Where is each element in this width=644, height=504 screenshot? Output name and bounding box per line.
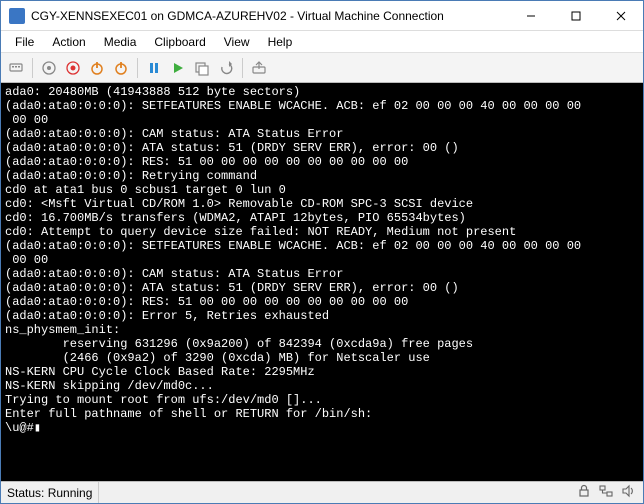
toolbar-separator <box>242 58 243 78</box>
shutdown-icon[interactable] <box>86 57 108 79</box>
toolbar <box>1 53 643 83</box>
status-text: Status: Running <box>1 482 99 503</box>
speaker-icon <box>621 484 635 501</box>
toolbar-separator <box>32 58 33 78</box>
close-button[interactable] <box>598 1 643 30</box>
console-output[interactable]: ada0: 20480MB (41943888 512 byte sectors… <box>1 83 643 481</box>
reset-icon[interactable] <box>110 57 132 79</box>
play-icon[interactable] <box>167 57 189 79</box>
ctrl-alt-del-icon[interactable] <box>5 57 27 79</box>
status-icons <box>569 484 643 501</box>
toolbar-separator <box>137 58 138 78</box>
turnoff-icon[interactable] <box>62 57 84 79</box>
menu-action[interactable]: Action <box>44 33 93 51</box>
maximize-button[interactable] <box>553 1 598 30</box>
share-icon[interactable] <box>248 57 270 79</box>
app-icon <box>9 8 25 24</box>
window-title: CGY-XENNSEXEC01 on GDMCA-AZUREHV02 - Vir… <box>31 9 508 23</box>
status-bar: Status: Running <box>1 481 643 503</box>
start-icon[interactable] <box>38 57 60 79</box>
minimize-button[interactable] <box>508 1 553 30</box>
menu-help[interactable]: Help <box>260 33 301 51</box>
menu-view[interactable]: View <box>216 33 258 51</box>
menu-file[interactable]: File <box>7 33 42 51</box>
checkpoint-icon[interactable] <box>191 57 213 79</box>
menu-bar: File Action Media Clipboard View Help <box>1 31 643 53</box>
title-bar: CGY-XENNSEXEC01 on GDMCA-AZUREHV02 - Vir… <box>1 1 643 31</box>
window-controls <box>508 1 643 30</box>
menu-media[interactable]: Media <box>96 33 145 51</box>
lock-icon <box>577 484 591 501</box>
revert-icon[interactable] <box>215 57 237 79</box>
menu-clipboard[interactable]: Clipboard <box>146 33 213 51</box>
pause-icon[interactable] <box>143 57 165 79</box>
network-icon <box>599 484 613 501</box>
